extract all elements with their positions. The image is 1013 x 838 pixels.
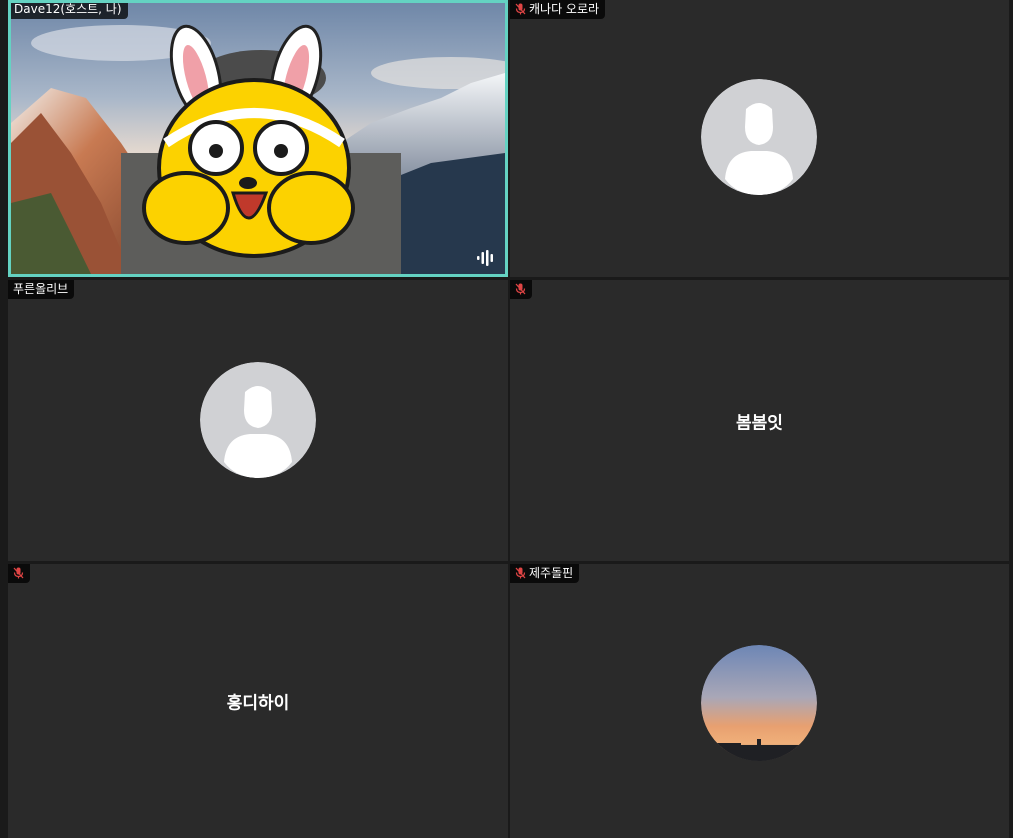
mic-off-icon: [515, 567, 526, 579]
participant-name: Dave12(호스트, 나): [14, 2, 122, 16]
default-avatar: [200, 362, 316, 478]
participant-tile[interactable]: 봄봄잇: [510, 280, 1009, 561]
video-grid: Dave12(호스트, 나) 캐나다 오로라 푸른올리브 봄봄잇 홍디하이 제주…: [0, 0, 1013, 838]
participant-name: 제주돌핀: [529, 566, 574, 580]
participant-display-name: 봄봄잇: [736, 413, 783, 433]
participant-name-tag: [8, 564, 30, 583]
mic-off-icon: [13, 567, 24, 579]
participant-tile[interactable]: 홍디하이: [8, 564, 508, 838]
video-feed: [11, 3, 505, 274]
participant-tile[interactable]: 캐나다 오로라: [510, 0, 1009, 277]
participant-tile[interactable]: 푸른올리브: [8, 280, 508, 561]
participant-tile-host[interactable]: Dave12(호스트, 나): [8, 0, 508, 277]
profile-photo-avatar: [701, 645, 817, 761]
participant-name-tag: 제주돌핀: [510, 564, 580, 583]
participant-name-tag: 푸른올리브: [8, 280, 75, 299]
audio-level-icon: [477, 250, 493, 266]
participant-tile[interactable]: 제주돌핀: [510, 564, 1009, 838]
participant-name: 푸른올리브: [13, 282, 69, 296]
default-avatar: [701, 79, 817, 195]
participant-name-tag: [510, 280, 532, 299]
mic-off-icon: [515, 3, 526, 15]
participant-name: 캐나다 오로라: [529, 2, 600, 16]
mic-off-icon: [515, 283, 526, 295]
participant-name-tag: Dave12(호스트, 나): [11, 2, 128, 19]
participant-name-tag: 캐나다 오로라: [510, 0, 606, 19]
participant-display-name: 홍디하이: [226, 693, 290, 714]
